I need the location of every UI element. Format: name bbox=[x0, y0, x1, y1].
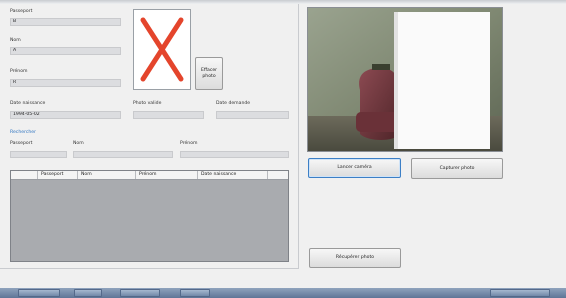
photo-preview bbox=[133, 9, 191, 90]
search-firstname-field[interactable] bbox=[180, 151, 289, 158]
search-name-field[interactable] bbox=[73, 151, 173, 158]
start-camera-button[interactable]: Lancer caméra bbox=[308, 158, 401, 178]
main-window: Passeport B Nom A Prénom R Date naissanc… bbox=[0, 0, 566, 288]
search-passport-label: Passeport bbox=[10, 141, 33, 146]
request-date-field[interactable] bbox=[216, 111, 289, 119]
recover-photo-button[interactable]: Récupérer photo bbox=[309, 248, 401, 268]
firstname-field[interactable]: R bbox=[10, 79, 121, 87]
taskbar-item[interactable] bbox=[74, 289, 102, 297]
grid-row-header bbox=[11, 171, 38, 179]
clear-photo-button[interactable]: Effacer photo bbox=[195, 57, 223, 90]
birthdate-field[interactable]: 1994-05-02 bbox=[10, 111, 121, 119]
search-firstname-label: Prénom bbox=[180, 141, 198, 146]
grid-column-header[interactable]: Nom bbox=[78, 171, 136, 179]
taskbar-item[interactable] bbox=[490, 289, 550, 297]
photo-path-label: Photo valide bbox=[133, 101, 162, 106]
results-grid[interactable]: Passeport Nom Prénom Date naissance bbox=[10, 170, 289, 262]
panel-bottom-border bbox=[0, 268, 299, 269]
camera-feed-image bbox=[308, 8, 502, 151]
name-label: Nom bbox=[10, 38, 21, 43]
taskbar bbox=[0, 288, 566, 298]
taskbar-item[interactable] bbox=[180, 289, 210, 297]
search-passport-field[interactable] bbox=[10, 151, 67, 158]
cross-icon bbox=[140, 17, 184, 82]
photo-path-field[interactable] bbox=[133, 111, 204, 119]
capture-photo-button[interactable]: Capturer photo bbox=[411, 158, 503, 179]
firstname-label: Prénom bbox=[10, 69, 28, 74]
name-field[interactable]: A bbox=[10, 47, 121, 55]
grid-column-header[interactable]: Prénom bbox=[136, 171, 198, 179]
birthdate-label: Date naissance bbox=[10, 101, 46, 106]
title-separator bbox=[0, 0, 566, 4]
search-link[interactable]: Rechercher bbox=[10, 130, 36, 135]
passport-label: Passeport bbox=[10, 9, 33, 14]
taskbar-item[interactable] bbox=[120, 289, 160, 297]
grid-column-header[interactable]: Passeport bbox=[38, 171, 78, 179]
grid-column-header[interactable]: Date naissance bbox=[198, 171, 268, 179]
camera-preview bbox=[307, 7, 503, 152]
search-name-label: Nom bbox=[73, 141, 84, 146]
request-date-label: Date demande bbox=[216, 101, 251, 106]
grid-header: Passeport Nom Prénom Date naissance bbox=[11, 171, 288, 180]
taskbar-item[interactable] bbox=[18, 289, 60, 297]
panel-divider bbox=[298, 4, 299, 269]
passport-field[interactable]: B bbox=[10, 18, 121, 26]
